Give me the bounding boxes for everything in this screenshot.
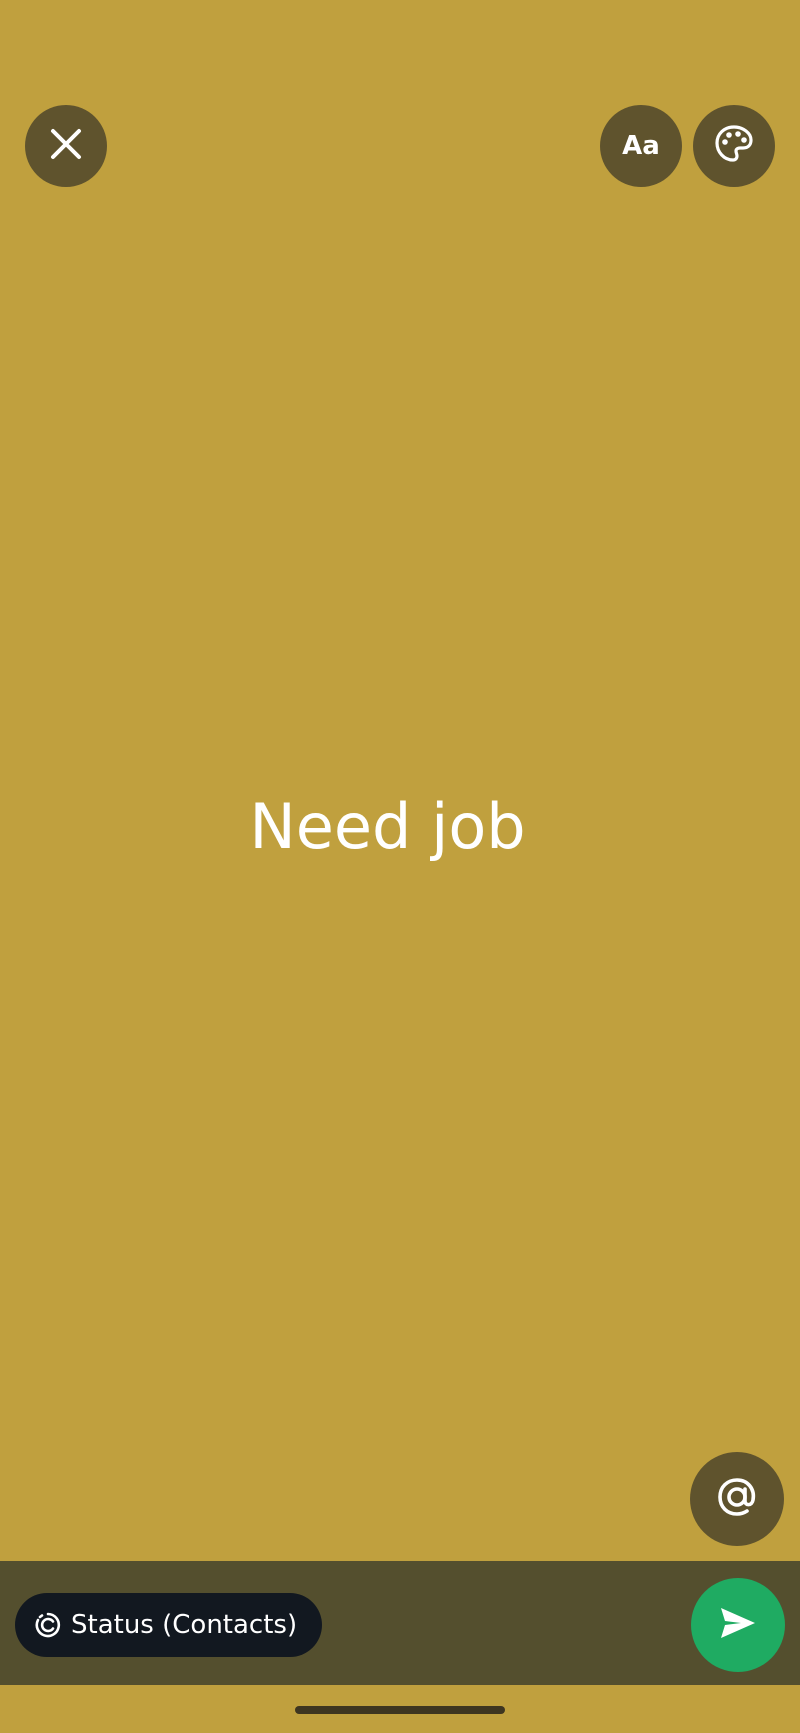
bottom-bar: Status (Contacts) (0, 1561, 800, 1685)
send-button[interactable] (691, 1578, 785, 1672)
status-text[interactable]: Need job (0, 790, 775, 863)
background-color-button[interactable] (693, 105, 775, 187)
close-icon (49, 127, 83, 165)
status-audience-button[interactable]: Status (Contacts) (15, 1593, 323, 1657)
palette-icon (714, 124, 754, 168)
mention-button[interactable] (690, 1452, 784, 1546)
status-audience-label: Status (Contacts) (71, 1610, 298, 1640)
send-icon (719, 1606, 757, 1644)
status-composer-canvas[interactable]: Aa Need job Status (Contacts) (0, 0, 800, 1733)
home-indicator[interactable] (295, 1706, 505, 1714)
close-button[interactable] (25, 105, 107, 187)
font-style-label: Aa (622, 131, 660, 161)
at-icon (715, 1475, 759, 1523)
status-ring-icon (35, 1612, 61, 1638)
font-style-button[interactable]: Aa (600, 105, 682, 187)
